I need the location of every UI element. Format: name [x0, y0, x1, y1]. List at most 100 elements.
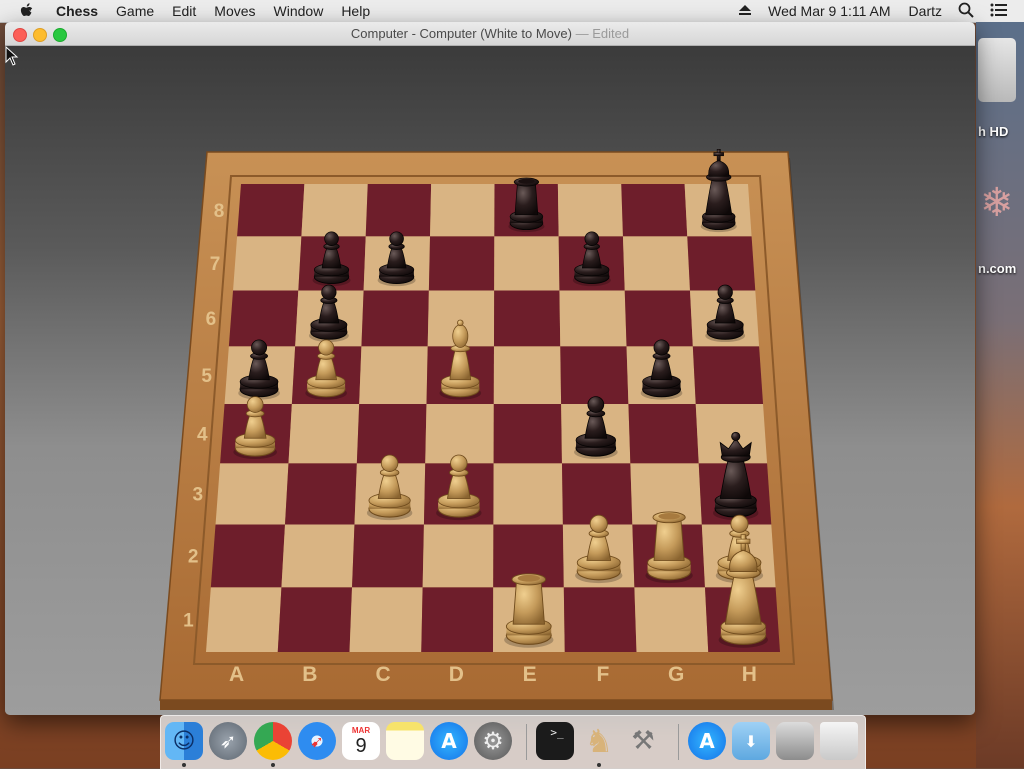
- square-a7[interactable]: [233, 236, 302, 291]
- square-e4[interactable]: [493, 403, 562, 464]
- photos-stack-icon[interactable]: [776, 722, 814, 760]
- rank-label-4: 4: [197, 424, 208, 445]
- king-cross-horizontal: [713, 152, 724, 157]
- square-f6[interactable]: [559, 290, 627, 347]
- square-g1[interactable]: [634, 587, 709, 652]
- square-b2[interactable]: [281, 524, 355, 588]
- finder-face-glyph: ☺: [172, 728, 196, 754]
- menu-help[interactable]: Help: [341, 3, 370, 19]
- menu-clock[interactable]: Wed Mar 9 1:11 AM: [768, 3, 890, 19]
- square-c6[interactable]: [361, 290, 429, 347]
- square-b4[interactable]: [288, 403, 360, 464]
- apple-menu-icon[interactable]: [20, 2, 38, 20]
- downloads-folder-icon[interactable]: ⬇: [732, 722, 770, 760]
- spotlight-search-icon[interactable]: [958, 2, 974, 21]
- square-g6[interactable]: [624, 290, 693, 347]
- square-a8[interactable]: [237, 184, 305, 237]
- app-store-alt-icon[interactable]: A: [688, 722, 726, 760]
- app-store-icon[interactable]: A: [430, 722, 468, 760]
- system-preferences-icon[interactable]: ⚙: [474, 722, 512, 760]
- square-d7[interactable]: [428, 236, 495, 291]
- rook-body: [653, 519, 685, 561]
- trash-icon[interactable]: [820, 722, 858, 760]
- square-c8[interactable]: [365, 184, 432, 237]
- calendar-day: 9: [355, 734, 367, 757]
- square-b8[interactable]: [301, 184, 368, 237]
- rank-label-2: 2: [188, 547, 199, 568]
- terminal-prompt: >_: [550, 726, 564, 739]
- square-a1[interactable]: [206, 587, 282, 652]
- close-window-button[interactable]: [13, 28, 27, 42]
- chess-board-view[interactable]: A B C D E F G H 1 2 3 4 5 6 7 8: [5, 46, 975, 715]
- running-indicator: [182, 763, 186, 767]
- square-h7[interactable]: [687, 236, 756, 291]
- square-b1[interactable]: [277, 587, 353, 652]
- square-b3[interactable]: [285, 463, 357, 525]
- square-c2[interactable]: [352, 524, 424, 588]
- xcode-tools-icon[interactable]: ⚒: [624, 722, 662, 760]
- square-g7[interactable]: [622, 236, 690, 291]
- pawn-head: [587, 396, 605, 413]
- menu-user[interactable]: Dartz: [909, 3, 942, 19]
- window-edited-label: — Edited: [571, 26, 630, 41]
- square-f5[interactable]: [560, 346, 629, 404]
- menu-window[interactable]: Window: [274, 3, 324, 19]
- chrome-icon[interactable]: [254, 722, 292, 760]
- pawn-head: [321, 284, 337, 300]
- minimize-window-button[interactable]: [33, 28, 47, 42]
- square-d8[interactable]: [430, 184, 495, 237]
- chess-icon[interactable]: ♞: [580, 722, 618, 760]
- rank-label-6: 6: [206, 309, 217, 330]
- desktop-file-label: n.com: [978, 261, 1017, 276]
- rook-crown: [518, 178, 535, 184]
- square-c5[interactable]: [359, 346, 428, 404]
- file-label-g: G: [668, 663, 684, 686]
- notification-center-icon[interactable]: [990, 3, 1008, 20]
- square-c4[interactable]: [356, 403, 427, 464]
- menu-app-chess[interactable]: Chess: [56, 3, 98, 19]
- square-f8[interactable]: [557, 184, 623, 237]
- chess-board[interactable]: A B C D E F G H 1 2 3 4 5 6 7 8: [5, 46, 975, 715]
- square-a2[interactable]: [210, 524, 286, 588]
- launchpad-icon[interactable]: ➶: [209, 722, 247, 760]
- menu-edit[interactable]: Edit: [172, 3, 196, 19]
- square-e3[interactable]: [493, 463, 563, 525]
- square-h5[interactable]: [692, 346, 764, 404]
- menu-game[interactable]: Game: [116, 3, 154, 19]
- finder-icon[interactable]: ☺: [165, 722, 203, 760]
- square-c1[interactable]: [349, 587, 423, 652]
- calendar-icon[interactable]: MAR 9: [342, 722, 380, 760]
- notes-icon[interactable]: [386, 722, 424, 760]
- file-label-b: B: [302, 663, 317, 686]
- square-e5[interactable]: [493, 346, 562, 404]
- square-f1[interactable]: [563, 587, 637, 652]
- terminal-icon[interactable]: >_: [536, 722, 574, 760]
- pawn-head: [589, 514, 608, 533]
- hard-disk-icon[interactable]: [978, 38, 1016, 102]
- square-g8[interactable]: [621, 184, 688, 237]
- pawn-head: [653, 339, 670, 356]
- square-a6[interactable]: [228, 290, 299, 347]
- square-a3[interactable]: [215, 463, 289, 525]
- desktop-file-icon[interactable]: ❄: [980, 178, 1014, 228]
- square-g4[interactable]: [628, 403, 699, 464]
- zoom-window-button[interactable]: [53, 28, 67, 42]
- square-e6[interactable]: [493, 290, 561, 347]
- chess-knight-glyph: ♞: [584, 722, 614, 760]
- window-titlebar[interactable]: Computer - Computer (White to Move) — Ed…: [5, 22, 975, 46]
- app-store-glyph: A: [699, 729, 715, 753]
- dock-separator: [678, 724, 679, 760]
- pawn-head: [324, 231, 339, 246]
- tools-glyph: ⚒: [631, 726, 655, 756]
- safari-icon[interactable]: ➹: [298, 722, 336, 760]
- square-d2[interactable]: [422, 524, 494, 588]
- square-d1[interactable]: [421, 587, 494, 652]
- dock-separator: [526, 724, 527, 760]
- window-title: Computer - Computer (White to Move): [350, 26, 572, 41]
- eject-icon[interactable]: [738, 3, 752, 19]
- square-d4[interactable]: [425, 403, 494, 464]
- square-e7[interactable]: [494, 236, 560, 291]
- menu-moves[interactable]: Moves: [214, 3, 255, 19]
- rank-label-3: 3: [193, 485, 204, 506]
- queen-finial: [731, 431, 741, 441]
